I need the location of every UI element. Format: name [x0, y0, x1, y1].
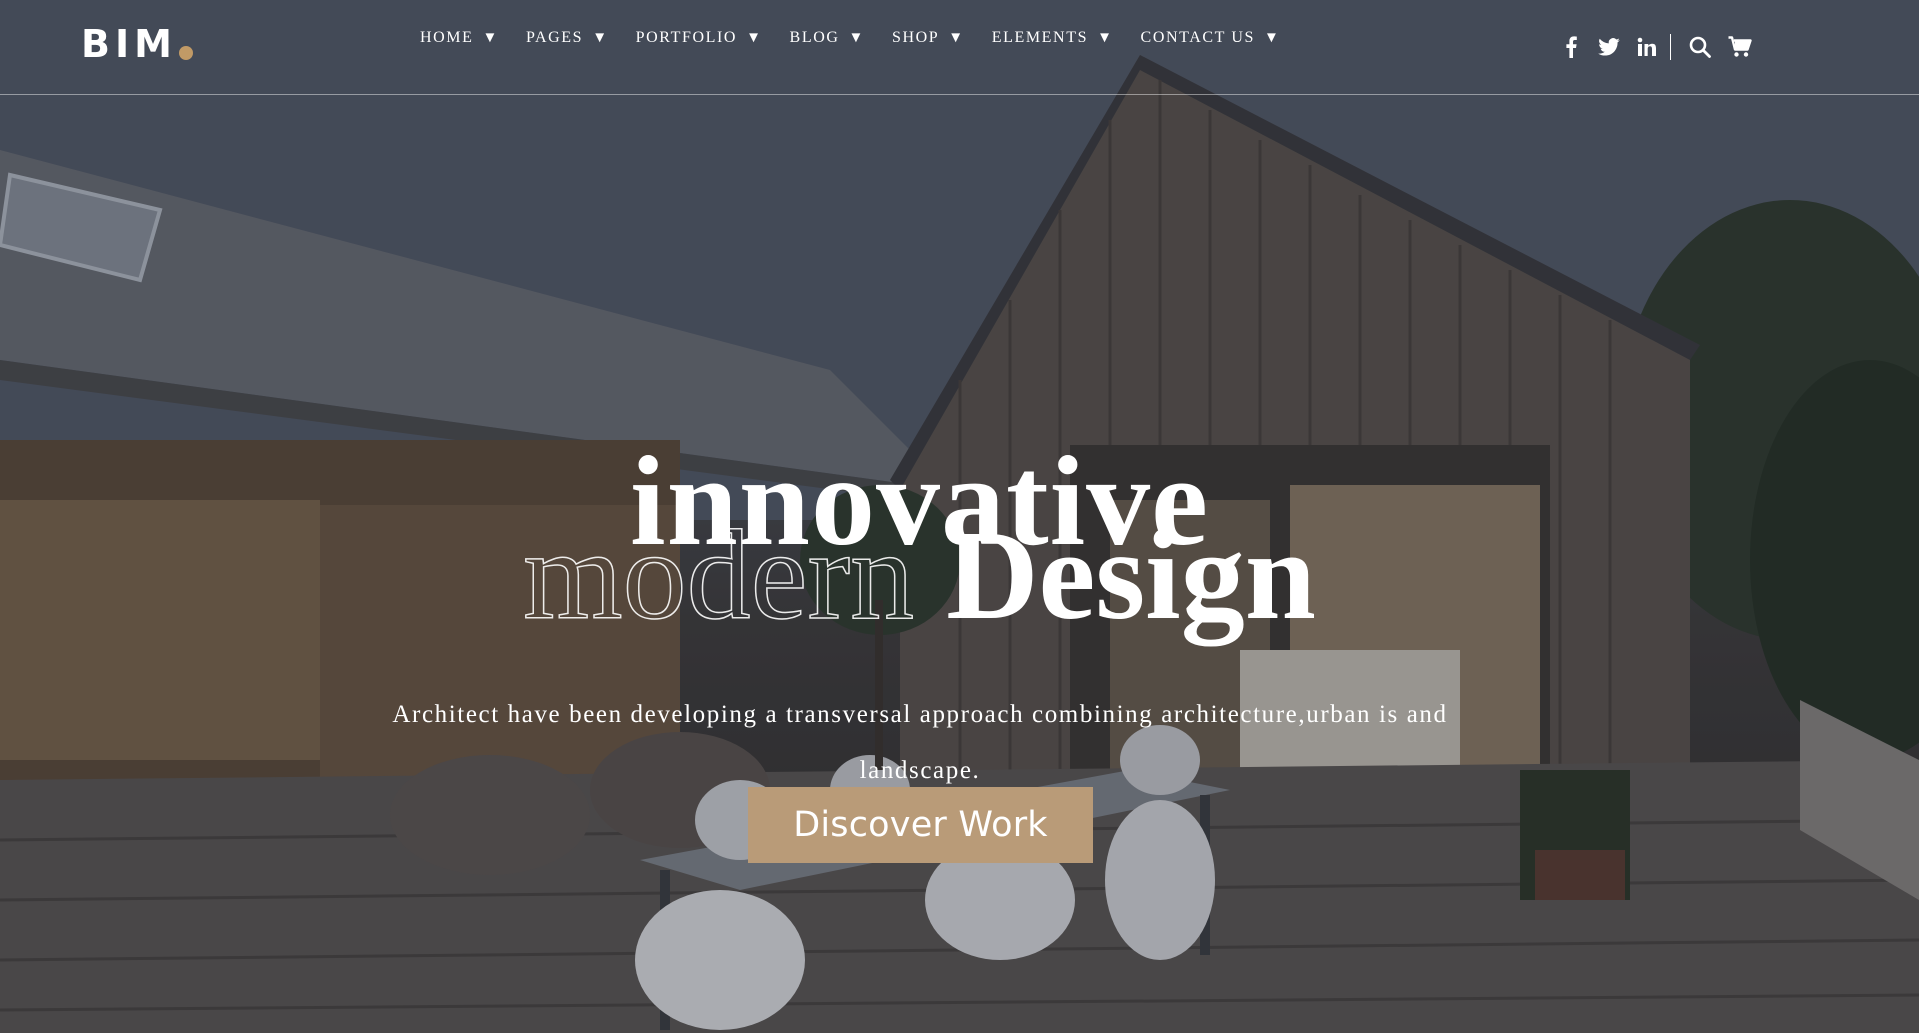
header-icons: [1556, 30, 1765, 64]
hero-subtext: Architect have been developing a transve…: [392, 701, 1448, 784]
logo-dot-icon: [178, 46, 193, 60]
nav-item-label[interactable]: PORTFOLIO: [636, 29, 737, 47]
nav-item-home[interactable]: HOME ▼: [420, 29, 499, 47]
nav-item-label[interactable]: CONTACT US: [1141, 29, 1255, 47]
twitter-icon[interactable]: [1594, 32, 1624, 62]
nav-item-label[interactable]: HOME: [420, 29, 474, 47]
nav-item-label[interactable]: SHOP: [892, 29, 939, 47]
search-icon[interactable]: [1685, 32, 1715, 62]
logo-text[interactable]: BIM: [81, 20, 177, 68]
caret-down-icon[interactable]: ▼: [592, 30, 608, 46]
nav-item-label[interactable]: PAGES: [526, 29, 583, 47]
nav-item-label[interactable]: ELEMENTS: [992, 29, 1088, 47]
discover-work-button[interactable]: Discover Work: [748, 787, 1093, 863]
nav-item-portfolio[interactable]: PORTFOLIO ▼: [636, 29, 763, 47]
nav-item-blog[interactable]: BLOG ▼: [790, 29, 865, 47]
nav-item-elements[interactable]: ELEMENTS ▼: [992, 29, 1114, 47]
nav-item-label[interactable]: BLOG: [790, 29, 840, 47]
caret-down-icon[interactable]: ▼: [849, 30, 865, 46]
nav-item-pages[interactable]: PAGES ▼: [526, 29, 609, 47]
header-divider: [1670, 34, 1671, 60]
logo[interactable]: BIM: [81, 20, 193, 68]
caret-down-icon[interactable]: ▼: [746, 30, 762, 46]
nav-item-shop[interactable]: SHOP ▼: [892, 29, 965, 47]
hero-headline-outline-word: modern: [522, 503, 915, 647]
nav-item-contact-us[interactable]: CONTACT US ▼: [1141, 29, 1281, 47]
cart-icon[interactable]: [1725, 32, 1755, 62]
main-nav: HOME ▼ PAGES ▼ PORTFOLIO ▼ BLOG ▼ SHOP ▼…: [420, 26, 1307, 50]
facebook-icon[interactable]: [1556, 32, 1586, 62]
caret-down-icon[interactable]: ▼: [1264, 30, 1280, 46]
caret-down-icon[interactable]: ▼: [1097, 30, 1113, 46]
hero-headline-bottom: modern Design: [0, 500, 1839, 650]
linkedin-icon[interactable]: [1632, 32, 1662, 62]
caret-down-icon[interactable]: ▼: [483, 30, 499, 46]
site-header: BIM HOME ▼ PAGES ▼ PORTFOLIO ▼ BLOG ▼ SH…: [0, 0, 1919, 95]
hero-headline-solid-word: Design: [946, 504, 1316, 646]
caret-down-icon[interactable]: ▼: [948, 30, 964, 46]
